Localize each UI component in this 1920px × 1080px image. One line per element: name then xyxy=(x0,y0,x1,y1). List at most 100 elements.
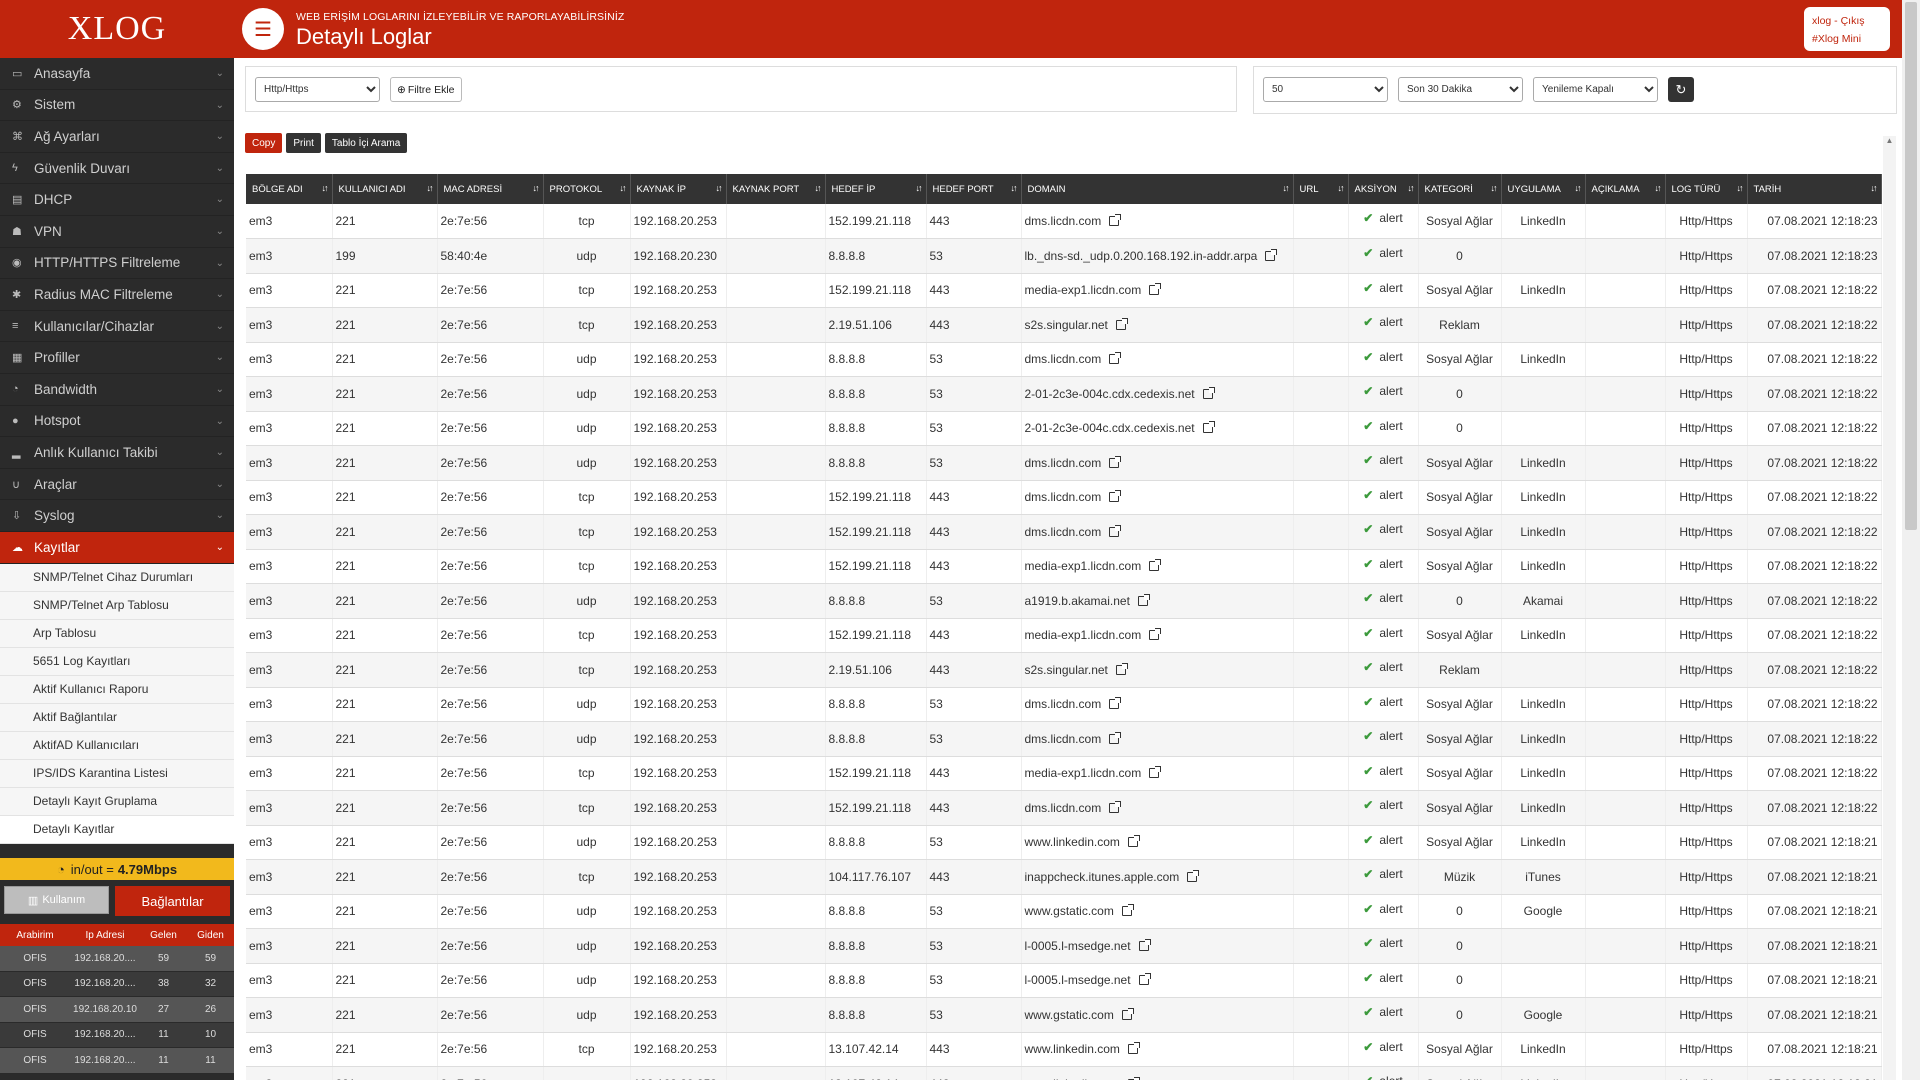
external-link-icon[interactable] xyxy=(1109,800,1122,813)
table-row[interactable]: em3 221 2e:7e:56 tcp 192.168.20.253 152.199.2… xyxy=(246,273,1882,308)
table-row[interactable]: em3 221 2e:7e:56 udp 192.168.20.253 8.8.8.8 53… xyxy=(246,411,1882,446)
column-header[interactable]: AKSİYON ↓↑ xyxy=(1348,174,1419,204)
external-link-icon[interactable] xyxy=(1109,731,1122,744)
external-link-icon[interactable] xyxy=(1138,938,1151,951)
external-link-icon[interactable] xyxy=(1109,490,1122,503)
table-row[interactable]: em3 221 2e:7e:56 tcp 192.168.20.253 152.199.2… xyxy=(246,204,1882,239)
column-header[interactable]: PROTOKOL ↓↑ xyxy=(543,174,631,204)
sidebar-item-9[interactable]: ▦ Profiller ⌄ xyxy=(0,342,234,374)
logout-link[interactable]: xlog - Çıkış xyxy=(1812,12,1882,30)
table-row[interactable]: em3 221 2e:7e:56 tcp 192.168.20.253 152.199.2… xyxy=(246,790,1882,826)
sidebar-item-7[interactable]: ✱ Radius MAC Filtreleme ⌄ xyxy=(0,279,234,311)
baglantilar-button[interactable]: Bağlantılar xyxy=(115,886,230,916)
xlog-logo[interactable]: XLOG xyxy=(0,0,234,58)
sidebar-item-8[interactable]: ≡ Kullanıcılar/Cihazlar ⌄ xyxy=(0,311,234,343)
external-link-icon[interactable] xyxy=(1121,904,1134,917)
mini-table-row[interactable]: OFIS 192.168.20.... 59 59 xyxy=(0,946,234,972)
table-row[interactable]: em3 221 2e:7e:56 udp 192.168.20.253 8.8.8.8 53… xyxy=(246,721,1882,757)
external-link-icon[interactable] xyxy=(1137,593,1150,606)
mini-table-row[interactable]: OFIS 192.168.20.... 38 32 xyxy=(0,971,234,997)
table-row[interactable]: em3 221 2e:7e:56 tcp 192.168.20.253 152.199.2… xyxy=(246,480,1882,515)
external-link-icon[interactable] xyxy=(1187,869,1200,882)
table-row[interactable]: em3 221 2e:7e:56 udp 192.168.20.253 8.8.8.8 53… xyxy=(246,445,1882,481)
column-header[interactable]: UYGULAMA ↓↑ xyxy=(1501,174,1586,204)
table-row[interactable]: em3 221 2e:7e:56 udp 192.168.20.253 8.8.8.8 53… xyxy=(246,894,1882,929)
refresh-button[interactable]: ↻ xyxy=(1668,77,1694,102)
submenu-item[interactable]: Aktif Kullanıcı Raporu xyxy=(0,676,234,704)
table-row[interactable]: em3 221 2e:7e:56 udp 192.168.20.253 8.8.8.8 53… xyxy=(246,583,1882,619)
print-button[interactable]: Print xyxy=(286,133,321,153)
table-row[interactable]: em3 221 2e:7e:56 udp 192.168.20.253 8.8.8.8 53… xyxy=(246,997,1882,1033)
column-header[interactable]: MAC ADRESİ ↓↑ xyxy=(437,174,544,204)
sidebar-item-12[interactable]: ▂ Anlık Kullanıcı Takibi ⌄ xyxy=(0,437,234,469)
submenu-item[interactable]: Detaylı Kayıtlar xyxy=(0,815,234,844)
table-row[interactable]: em32212e:7e:56tcp192.168.20.253 13.107.42… xyxy=(246,1032,1882,1067)
table-row[interactable]: em32212e:7e:56tcp192.168.20.253 13.107.42… xyxy=(246,1066,1882,1080)
table-row[interactable]: em3 221 2e:7e:56 udp 192.168.20.253 8.8.8.8 53… xyxy=(246,687,1882,722)
external-link-icon[interactable] xyxy=(1121,1007,1134,1020)
sidebar-item-10[interactable]: ◔ Bandwidth ⌄ xyxy=(0,374,234,406)
sidebar-item-0[interactable]: ▭ Anasayfa ⌄ xyxy=(0,58,234,90)
column-header[interactable]: HEDEF İP ↓↑ xyxy=(825,174,927,204)
submenu-item[interactable]: 5651 Log Kayıtları xyxy=(0,648,234,676)
external-link-icon[interactable] xyxy=(1149,559,1162,572)
table-row[interactable]: em3 221 2e:7e:56 udp 192.168.20.253 8.8.8.8 53… xyxy=(246,376,1882,412)
submenu-item[interactable]: AktifAD Kullanıcıları xyxy=(0,732,234,760)
external-link-icon[interactable] xyxy=(1138,973,1151,986)
column-header[interactable]: KULLANICI ADI ↓↑ xyxy=(332,174,438,204)
table-row[interactable]: em3 221 2e:7e:56 tcp 192.168.20.253 152.199.2… xyxy=(246,618,1882,653)
sidebar-item-15[interactable]: ☁ Kayıtlar ⌄ xyxy=(0,531,234,564)
add-filter-button[interactable]: ⊕ Filtre Ekle xyxy=(390,77,462,102)
table-row[interactable]: em3 221 2e:7e:56 tcp 192.168.20.253 2.19.51.1… xyxy=(246,307,1882,343)
table-scrollbar[interactable]: ▲ xyxy=(1883,136,1896,1080)
external-link-icon[interactable] xyxy=(1109,214,1122,226)
external-link-icon[interactable] xyxy=(1127,1042,1140,1055)
mini-table-row[interactable]: OFIS 192.168.20.... 11 10 xyxy=(0,1022,234,1048)
sidebar-item-3[interactable]: ϟ Güvenlik Duvarı ⌄ xyxy=(0,153,234,185)
external-link-icon[interactable] xyxy=(1127,835,1140,848)
table-row[interactable]: em3 221 2e:7e:56 tcp 192.168.20.253 104.117.7… xyxy=(246,859,1882,895)
column-header[interactable]: HEDEF PORT ↓↑ xyxy=(926,174,1022,204)
external-link-icon[interactable] xyxy=(1109,524,1122,537)
column-header[interactable]: AÇIKLAMA ↓↑ xyxy=(1585,174,1666,204)
submenu-item[interactable]: SNMP/Telnet Arp Tablosu xyxy=(0,592,234,620)
submenu-item[interactable]: Aktif Bağlantılar xyxy=(0,704,234,732)
external-link-icon[interactable] xyxy=(1149,283,1162,296)
scroll-up-icon[interactable]: ▲ xyxy=(1883,136,1896,145)
column-header[interactable]: KAYNAK PORT ↓↑ xyxy=(726,174,826,204)
submenu-item[interactable]: Detaylı Kayıt Gruplama xyxy=(0,788,234,816)
column-header[interactable]: BÖLGE ADI ↓↑ xyxy=(246,174,333,204)
external-link-icon[interactable] xyxy=(1149,628,1162,641)
sidebar-item-14[interactable]: ⇩ Syslog ⌄ xyxy=(0,500,234,532)
external-link-icon[interactable] xyxy=(1265,248,1278,261)
submenu-item[interactable]: SNMP/Telnet Cihaz Durumları xyxy=(0,564,234,592)
table-row[interactable]: em3 221 2e:7e:56 udp 192.168.20.253 8.8.8.8 53… xyxy=(246,963,1882,998)
mini-table-row[interactable]: OFIS 192.168.20.10 27 26 xyxy=(0,997,234,1023)
external-link-icon[interactable] xyxy=(1202,421,1215,434)
protocol-select[interactable]: Http/Https xyxy=(255,77,380,102)
table-row[interactable]: em3 221 2e:7e:56 udp 192.168.20.253 8.8.8.8 53… xyxy=(246,928,1882,964)
sidebar-item-1[interactable]: ⚙ Sistem ⌄ xyxy=(0,90,234,122)
external-link-icon[interactable] xyxy=(1115,317,1128,330)
external-link-icon[interactable] xyxy=(1109,352,1122,365)
external-link-icon[interactable] xyxy=(1109,697,1122,710)
table-row[interactable]: em3 221 2e:7e:56 udp 192.168.20.253 8.8.8.8 53… xyxy=(246,342,1882,377)
mini-table-row[interactable]: OFIS 192.168.20.... 11 11 xyxy=(0,1048,234,1074)
table-row[interactable]: em3 221 2e:7e:56 udp 192.168.20.253 8.8.8.8 53… xyxy=(246,825,1882,860)
sidebar-item-4[interactable]: ▤ DHCP ⌄ xyxy=(0,184,234,216)
table-row[interactable]: em3 221 2e:7e:56 tcp 192.168.20.253 152.199.2… xyxy=(246,514,1882,550)
column-header[interactable]: TARİH ↓↑ xyxy=(1747,174,1882,204)
submenu-item[interactable]: Arp Tablosu xyxy=(0,620,234,648)
copy-button[interactable]: Copy xyxy=(245,133,283,153)
external-link-icon[interactable] xyxy=(1149,766,1162,779)
page-scroll-thumb[interactable] xyxy=(1905,2,1917,530)
external-link-icon[interactable] xyxy=(1109,455,1122,468)
page-scrollbar[interactable] xyxy=(1902,0,1920,1080)
table-row[interactable]: em3 221 2e:7e:56 tcp 192.168.20.253 152.199.2… xyxy=(246,549,1882,584)
column-header[interactable]: URL ↓↑ xyxy=(1293,174,1349,204)
table-row[interactable]: em3 221 2e:7e:56 tcp 192.168.20.253 152.199.2… xyxy=(246,756,1882,791)
external-link-icon[interactable] xyxy=(1115,662,1128,675)
table-row[interactable]: em3 199 58:40:4e udp 192.168.20.230 8.8.8.8 53… xyxy=(246,238,1882,274)
sidebar-item-6[interactable]: ◉ HTTP/HTTPS Filtreleme ⌄ xyxy=(0,248,234,280)
column-header[interactable]: KATEGORİ ↓↑ xyxy=(1418,174,1502,204)
